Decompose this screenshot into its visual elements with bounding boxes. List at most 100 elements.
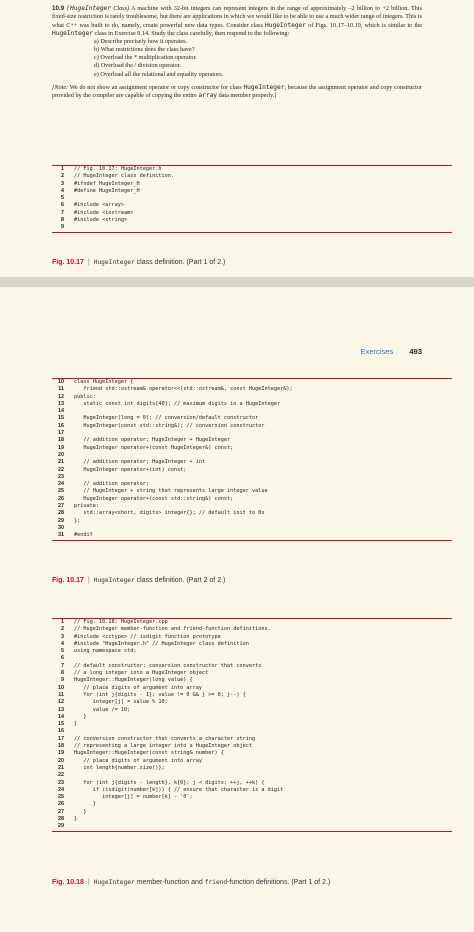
code-text: // Fig. 10.18: HugeInteger.cpp [74, 619, 168, 625]
code-line: 29}; [52, 518, 452, 525]
line-number: 25 [58, 488, 64, 495]
textbook-page-2: Exercises 493 10 class HugeInteger {11 fri… [0, 287, 474, 932]
code-text: friend std::ostream& operator<<(std::ost… [74, 386, 293, 393]
exercise-title: (HugeInteger Class) [66, 5, 130, 12]
code-text: HugeInteger operator+(const HugeInteger&… [74, 444, 234, 451]
exercise-item: e) Overload all the relational and equal… [94, 70, 224, 78]
code-line: 19 HugeInteger::HugeInteger(const string&… [52, 750, 452, 757]
line-number: 7 [61, 662, 64, 669]
code-text: for (int j{digits - 1}; value != 0 && j … [74, 691, 246, 698]
line-number: 31 [58, 532, 64, 539]
code-line: 26 } [52, 801, 452, 808]
code-line: 15} [52, 721, 452, 728]
running-header: Exercises 493 [360, 347, 422, 356]
code-line: 6 #include <array> [52, 202, 452, 209]
code-line: 4 #include "HugeInteger.h" // HugeInteger… [52, 641, 452, 648]
code-text: } [74, 713, 87, 720]
code-line: 8 #include <string> [52, 217, 452, 224]
line-number: 21 [58, 459, 64, 466]
code-line: 2 // HugeInteger member-function and frie… [52, 626, 452, 633]
code-text: // place digits of argument into array [74, 757, 203, 764]
code-text: // conversion constructor that converts … [74, 735, 256, 742]
code-text: HugeInteger operator+(const std::string&… [74, 495, 234, 502]
code-text: #include <iostream> [74, 209, 134, 216]
code-line: 6 [52, 655, 452, 662]
figure-caption-10-18: Fig. 10.18 | HugeInteger member-function a… [52, 879, 331, 886]
code-text: } [74, 801, 96, 808]
code-listing-fig-10-18: 1 // Fig. 10.18: HugeInteger.cpp 2 // HugeI… [52, 618, 452, 832]
code-line: 8 // a long integer into a HugeInteger ob… [52, 670, 452, 677]
code-listing-fig-10-17-part-1: 1 // Fig. 10.17: HugeInteger.h 2 // HugeInt… [52, 165, 452, 233]
line-number: 14 [58, 713, 64, 720]
line-number: 10 [58, 379, 64, 385]
line-number: 23 [58, 779, 64, 786]
code-text: } [74, 816, 78, 823]
code-line: 23 for (int j{digits - length}, k{0}; j … [52, 780, 452, 787]
line-number: 18 [58, 743, 64, 750]
exercise-item-list: a) Describe precisely how it operates. b… [52, 38, 422, 78]
line-number: 28 [58, 816, 64, 823]
line-number: 29 [58, 517, 64, 524]
code-text: // HugeInteger member-function and frien… [74, 626, 271, 633]
code-line: 20 // place digits of argument into arra… [52, 758, 452, 765]
code-line: 22 [52, 772, 452, 779]
exercise-paragraph: 10.9 (HugeInteger Class) A machine with … [52, 5, 422, 37]
line-number: 13 [58, 706, 64, 713]
code-line: 27 private: [52, 503, 452, 510]
exercise-item: c) Overload the * multiplication operato… [94, 54, 197, 62]
line-number: 24 [58, 481, 64, 488]
line-number: 14 [58, 408, 64, 415]
line-number: 20 [58, 451, 64, 458]
code-listing-fig-10-17-part-2: 10 class HugeInteger {11 friend std::ostr… [52, 378, 452, 541]
code-line: 22 HugeInteger operator+(int) const; [52, 467, 452, 474]
code-line: 26 HugeInteger operator+(const std::stri… [52, 496, 452, 503]
line-number: 1 [61, 619, 64, 625]
code-line: 7 // default constructor; conversion cons… [52, 663, 452, 670]
line-number: 18 [58, 437, 64, 444]
code-line: 16 [52, 728, 452, 735]
figure-caption-10-17-part-2: Fig. 10.17 | HugeInteger class definition.… [52, 577, 226, 584]
line-number: 17 [58, 430, 64, 437]
line-number: 17 [58, 735, 64, 742]
code-line: 25 integer[j] = number[k] - '0'; [52, 794, 452, 801]
code-text: #define HugeInteger_H [74, 187, 140, 194]
code-text: // representing a large integer into a H… [74, 743, 253, 750]
code-text: // addition operator; [74, 481, 149, 488]
code-line: 29 [52, 823, 452, 830]
code-line: 10 // place digits of argument into arra… [52, 685, 452, 692]
line-number: 12 [58, 699, 64, 706]
line-number: 15 [58, 415, 64, 422]
code-text: } [74, 721, 78, 728]
line-number: 4 [61, 187, 64, 194]
code-text: int length{number.size()}; [74, 764, 165, 771]
code-line: 17 // conversion constructor that convert… [52, 736, 452, 743]
code-line: 3 #include <cctype> // isdigit function p… [52, 634, 452, 641]
line-number: 7 [61, 209, 64, 216]
code-text: // HugeInteger class definition. [74, 173, 174, 180]
code-text: using namespace std; [74, 648, 137, 655]
code-line: 28} [52, 816, 452, 823]
code-line: 11 friend std::ostream& operator<<(std::… [52, 386, 452, 393]
line-number: 30 [58, 524, 64, 531]
code-line: 12 integer[j] = value % 10; [52, 699, 452, 706]
code-text: // place digits of argument into array [74, 684, 203, 691]
code-line: 7 #include <iostream> [52, 210, 452, 217]
code-text: HugeInteger::HugeInteger(long value) { [74, 677, 193, 684]
line-number: 22 [58, 772, 64, 779]
code-text: // default constructor; conversion const… [74, 662, 262, 669]
code-line: 14 } [52, 714, 452, 721]
code-text: std::array<short, digits> integer{}; // … [74, 510, 265, 517]
line-number: 9 [61, 677, 64, 684]
line-number: 5 [61, 648, 64, 655]
code-line: 9 HugeInteger::HugeInteger(long value) { [52, 677, 452, 684]
code-text: // HugeInteger + string that represents … [74, 488, 268, 495]
code-text: #ifndef HugeInteger_H [74, 180, 140, 187]
code-line: 24 // addition operator; [52, 481, 452, 488]
line-number: 26 [58, 801, 64, 808]
code-text: HugeInteger(const std::string&); // conv… [74, 422, 265, 429]
code-line: 16 HugeInteger(const std::string&); // c… [52, 423, 452, 430]
code-text: }; [74, 517, 81, 524]
line-number: 27 [58, 503, 64, 510]
code-text: #endif [74, 532, 93, 539]
line-number: 2 [61, 626, 64, 633]
